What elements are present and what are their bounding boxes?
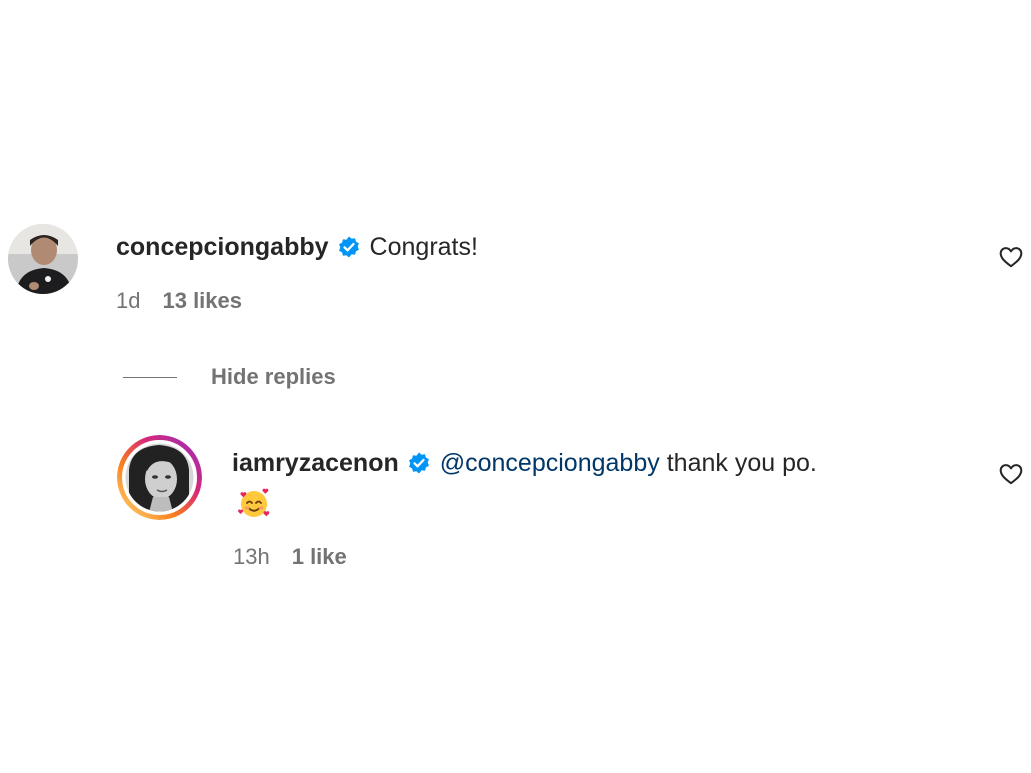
smiling-face-with-hearts-emoji-icon (236, 485, 272, 521)
verified-badge-icon (337, 235, 361, 259)
hide-replies-label: Hide replies (211, 364, 336, 389)
comment-avatar[interactable] (8, 224, 78, 294)
comment-username[interactable]: concepciongabby (116, 233, 329, 262)
comment-text: Congrats! (369, 232, 478, 261)
reply-username[interactable]: iamryzacenon (232, 449, 399, 478)
reply-time[interactable]: 13h (233, 544, 270, 570)
reply-text: thank you po. (666, 448, 817, 477)
comment-likes-count[interactable]: 13 likes (162, 288, 242, 314)
hide-replies-button[interactable]: Hide replies (123, 362, 336, 392)
reply-avatar[interactable] (117, 435, 202, 520)
reply-mention-link[interactable]: @concepciongabby (440, 449, 660, 478)
heart-outline-icon[interactable] (998, 244, 1024, 270)
reply-likes-count[interactable]: 1 like (292, 544, 347, 570)
replies-divider-line (123, 376, 177, 378)
heart-outline-icon[interactable] (998, 461, 1024, 487)
verified-badge-icon (407, 451, 431, 475)
comment-time[interactable]: 1d (116, 288, 140, 314)
